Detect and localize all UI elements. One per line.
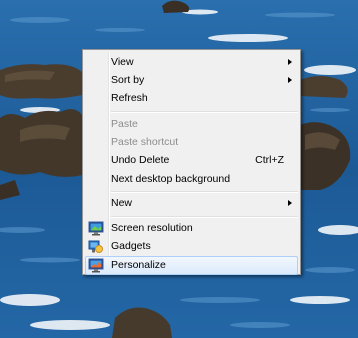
menu-item-undo-delete[interactable]: Undo Delete Ctrl+Z xyxy=(85,151,298,170)
menu-item-shortcut: Ctrl+Z xyxy=(255,154,284,166)
menu-item-label: Screen resolution xyxy=(111,222,193,234)
menu-item-label: Paste shortcut xyxy=(111,136,179,148)
menu-item-label: Refresh xyxy=(111,92,148,104)
submenu-arrow-icon xyxy=(288,77,292,83)
menu-separator xyxy=(111,216,298,218)
menu-item-label: Undo Delete xyxy=(111,154,170,166)
menu-item-label: Personalize xyxy=(111,259,166,271)
menu-item-screen-resolution[interactable]: Screen resolution xyxy=(85,219,298,238)
desktop-context-menu: View Sort by Refresh Paste Paste shortcu… xyxy=(82,49,301,275)
menu-item-label: New xyxy=(111,197,133,209)
menu-item-label: Gadgets xyxy=(111,240,151,252)
menu-item-new[interactable]: New xyxy=(85,194,298,213)
menu-item-paste-shortcut: Paste shortcut xyxy=(85,133,298,152)
gadgets-icon xyxy=(88,240,103,253)
menu-item-next-desktop-background[interactable]: Next desktop background xyxy=(85,170,298,189)
menu-item-personalize[interactable]: Personalize xyxy=(85,256,298,275)
menu-item-label: View xyxy=(111,56,134,68)
menu-separator xyxy=(111,191,298,193)
menu-item-label: Sort by xyxy=(111,74,145,86)
menu-item-view[interactable]: View xyxy=(85,53,298,72)
menu-item-paste: Paste xyxy=(85,115,298,134)
screen-resolution-icon xyxy=(88,221,104,236)
menu-separator xyxy=(111,111,298,113)
menu-item-refresh[interactable]: Refresh xyxy=(85,89,298,108)
menu-item-gadgets[interactable]: Gadgets xyxy=(85,237,298,256)
menu-item-sort-by[interactable]: Sort by xyxy=(85,71,298,90)
submenu-arrow-icon xyxy=(288,59,292,65)
submenu-arrow-icon xyxy=(288,200,292,206)
menu-item-label: Paste xyxy=(111,118,138,130)
personalize-icon xyxy=(88,258,104,273)
desktop-background[interactable]: View Sort by Refresh Paste Paste shortcu… xyxy=(0,0,358,338)
menu-item-label: Next desktop background xyxy=(111,173,231,185)
